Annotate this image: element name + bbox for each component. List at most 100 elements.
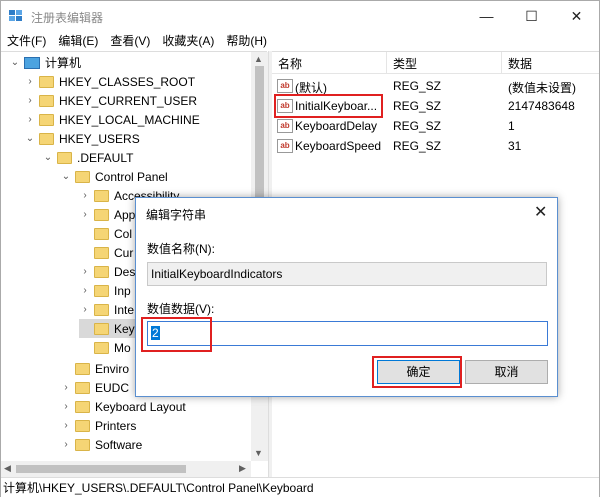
chevron-right-icon[interactable]: › [79, 209, 91, 220]
dialog-close-icon[interactable]: ✕ [534, 202, 547, 222]
menu-edit[interactable]: 编辑(E) [52, 31, 104, 51]
tree-item-inte[interactable]: › Inte [79, 300, 134, 319]
chevron-down-icon[interactable]: ⌄ [24, 133, 36, 144]
chevron-right-icon[interactable]: › [24, 76, 36, 87]
tree-item-printers[interactable]: › Printers [60, 416, 136, 435]
folder-icon [57, 151, 72, 164]
folder-icon [94, 189, 109, 202]
title-bar[interactable]: 注册表编辑器 — ☐ ✕ [1, 1, 599, 31]
column-divider[interactable] [386, 52, 387, 74]
column-header-name[interactable]: 名称 [278, 55, 302, 72]
tree-item-label: HKEY_LOCAL_MACHINE [59, 112, 200, 127]
tree-item-eudc[interactable]: › EUDC [60, 378, 129, 397]
chevron-right-icon[interactable]: › [79, 266, 91, 277]
value-name-field: InitialKeyboardIndicators [147, 262, 547, 286]
value-data-label: 数值数据(V): [147, 302, 215, 316]
chevron-right-icon[interactable]: › [60, 439, 72, 450]
tree-item-label: Cur [114, 245, 134, 260]
chevron-right-icon[interactable]: › [60, 401, 72, 412]
chevron-right-icon[interactable]: › [79, 285, 91, 296]
edit-string-dialog: 编辑字符串 ✕ 数值名称(N): InitialKeyboardIndicato… [135, 197, 558, 397]
maximize-button[interactable]: ☐ [509, 1, 554, 31]
chevron-down-icon[interactable]: ⌄ [60, 171, 72, 182]
menu-file[interactable]: 文件(F) [1, 31, 52, 51]
chevron-right-icon[interactable]: › [24, 95, 36, 106]
tree-item-hkcr[interactable]: › HKEY_CLASSES_ROOT [24, 72, 195, 91]
chevron-right-icon[interactable]: › [79, 190, 91, 201]
tree-item-keyboard-selected[interactable]: Key [79, 319, 135, 338]
tree-item-label: Software [95, 437, 143, 452]
tree-item-hkcu[interactable]: › HKEY_CURRENT_USER [24, 91, 197, 110]
tree-item-label: Des [114, 264, 136, 279]
tree-item-label: Col [114, 226, 133, 241]
column-divider[interactable] [501, 52, 502, 74]
tree-item-label: App [114, 207, 136, 222]
tree-item-des[interactable]: › Des [79, 262, 135, 281]
folder-icon [39, 75, 54, 88]
tree-item-label: Inp [114, 283, 131, 298]
tree-item-mo[interactable]: Mo [79, 338, 131, 357]
close-button[interactable]: ✕ [554, 1, 599, 31]
folder-icon [75, 438, 90, 451]
tree-item-hku[interactable]: ⌄ HKEY_USERS [24, 129, 140, 148]
tree-item-default[interactable]: ⌄ .DEFAULT [42, 148, 134, 167]
tree-item-cur[interactable]: Cur [79, 243, 133, 262]
folder-icon [94, 322, 109, 335]
folder-icon [75, 400, 90, 413]
folder-icon [39, 113, 54, 126]
tree-item-label: Keyboard Layout [95, 399, 186, 414]
tree-item-inp[interactable]: › Inp [79, 281, 131, 300]
folder-icon [94, 303, 109, 316]
column-header-type[interactable]: 类型 [393, 55, 417, 72]
folder-icon [75, 381, 90, 394]
tree-root[interactable]: ⌄ 计算机 [9, 53, 81, 72]
scroll-down-arrow-icon[interactable]: ▼ [254, 448, 263, 458]
value-name: KeyboardSpeed [295, 139, 382, 153]
chevron-right-icon[interactable]: › [60, 420, 72, 431]
scroll-up-arrow-icon[interactable]: ▲ [254, 54, 263, 64]
tree-item-software[interactable]: › Software [60, 435, 142, 454]
chevron-right-icon[interactable]: › [79, 304, 91, 315]
value-name: KeyboardDelay [295, 119, 378, 133]
column-header-data[interactable]: 数据 [508, 55, 532, 72]
menu-bar: 文件(F) 编辑(E) 查看(V) 收藏夹(A) 帮助(H) [1, 31, 599, 51]
chevron-down-icon[interactable]: ⌄ [42, 152, 54, 163]
list-row[interactable]: ab (默认) REG_SZ (数值未设置) [272, 76, 599, 96]
folder-icon [94, 246, 109, 259]
tree-item-label: HKEY_CURRENT_USER [59, 93, 198, 108]
chevron-right-icon[interactable]: › [24, 114, 36, 125]
registry-app-icon [9, 10, 22, 21]
string-value-icon: ab [277, 119, 293, 133]
menu-help[interactable]: 帮助(H) [220, 31, 273, 51]
chevron-down-icon[interactable]: ⌄ [9, 57, 21, 68]
tree-item-col[interactable]: Col [79, 224, 132, 243]
cancel-button[interactable]: 取消 [465, 360, 548, 384]
tree-item-label: Control Panel [95, 169, 168, 184]
tree-item-hklm[interactable]: › HKEY_LOCAL_MACHINE [24, 110, 200, 129]
list-header: 名称 类型 数据 [272, 52, 599, 74]
scroll-right-arrow-icon[interactable]: ▶ [239, 463, 246, 474]
tree-item-control-panel[interactable]: ⌄ Control Panel [60, 167, 168, 186]
tree-item-label: EUDC [95, 380, 130, 395]
tree-horizontal-scrollbar[interactable]: ◀ ▶ [1, 461, 251, 477]
tree-item-label: Mo [114, 340, 131, 355]
highlight-box [141, 317, 212, 352]
tree-item-app[interactable]: › App [79, 205, 135, 224]
value-type: REG_SZ [393, 139, 442, 153]
tree-item-label: HKEY_CLASSES_ROOT [59, 74, 196, 89]
folder-icon [39, 132, 54, 145]
menu-view[interactable]: 查看(V) [104, 31, 156, 51]
list-row[interactable]: ab KeyboardDelay REG_SZ 1 [272, 116, 599, 136]
scroll-left-arrow-icon[interactable]: ◀ [4, 463, 11, 474]
tree-item-keyboard-layout[interactable]: › Keyboard Layout [60, 397, 186, 416]
dialog-title: 编辑字符串 [146, 208, 207, 222]
value-data: 2147483648 [508, 99, 575, 113]
scroll-thumb[interactable] [16, 465, 186, 473]
chevron-right-icon[interactable]: › [60, 382, 72, 393]
menu-favorites[interactable]: 收藏夹(A) [156, 31, 220, 51]
list-row[interactable]: ab KeyboardSpeed REG_SZ 31 [272, 136, 599, 156]
tree-item-environment[interactable]: Enviro [60, 359, 129, 378]
minimize-button[interactable]: — [464, 1, 509, 31]
tree-item-label: Printers [95, 418, 137, 433]
tree-root-label: 计算机 [45, 56, 82, 70]
